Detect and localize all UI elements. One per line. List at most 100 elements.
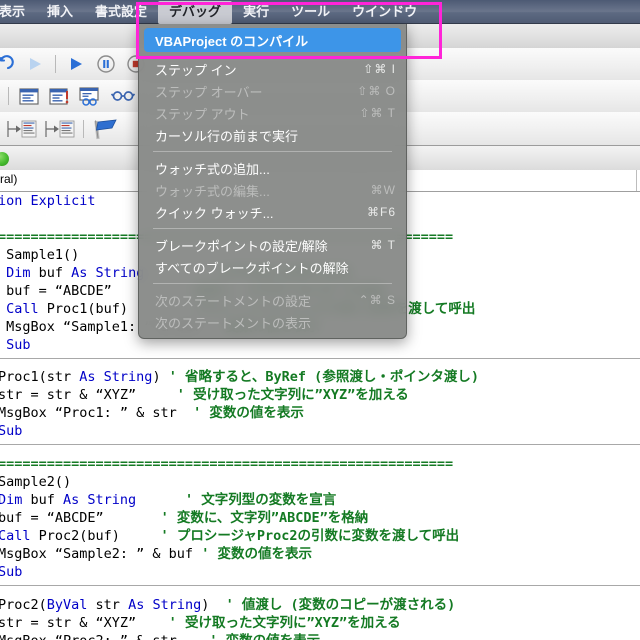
menu-item-window[interactable]: ウインドウ [341, 1, 428, 24]
code-token: ' 文字列型の変数を宣言 [136, 492, 337, 508]
properties-window-icon[interactable] [46, 84, 72, 108]
code-token: Dim [6, 265, 31, 281]
redo-disabled-icon [22, 52, 48, 76]
menu-item-debug-option: 次のステートメントの表示 [139, 311, 406, 333]
code-line: Call Proc2(buf) ' プロシージャProc2の引数に変数を渡して呼… [0, 527, 638, 545]
menu-item-label: 次のステートメントの表示 [155, 315, 312, 331]
menu-item-label: カーソル行の前まで実行 [155, 128, 299, 144]
code-token: ' 受け取った文字列に”XYZ”を加える [136, 387, 409, 403]
step-over-icon[interactable] [42, 117, 76, 141]
procedure-separator-rule [0, 444, 640, 445]
menu-item-debug-option: 次のステートメントの設定 ⌃⌘ S [139, 289, 406, 311]
menu-item-label: クイック ウォッチ... [155, 205, 274, 221]
menu-separator [153, 151, 392, 152]
code-line: ========================================… [0, 455, 638, 473]
code-token: buf [30, 265, 72, 281]
code-line: MsgBox “Proc2: ” & str ' 変数の値を表示 [0, 632, 638, 640]
flag-icon[interactable] [91, 117, 123, 141]
menu-item-debug-option: ウォッチ式の編集... ⌘W [139, 179, 406, 201]
menu-item-shoshikisettei[interactable]: 書式設定 [84, 1, 158, 24]
code-token: MsgBox “Sample2: ” & buf [0, 546, 194, 562]
menu-item-label: ウォッチ式の追加... [155, 161, 270, 177]
menu-item-shortcut: ⇧⌘ I [363, 62, 396, 76]
code-token: buf [22, 492, 64, 508]
code-line: Proc2(ByVal str As String) ' 値渡し (変数のコピー… [0, 596, 638, 614]
debug-dropdown-menu[interactable]: VBAProject のコンパイルステップ イン ⇧⌘ I ステップ オーバー ⇧⌘ … [138, 24, 407, 339]
run-icon[interactable] [63, 52, 89, 76]
menu-item-debug-option[interactable]: すべてのブレークポイントの解除 [139, 256, 406, 278]
menu-item-debug-option[interactable]: ウォッチ式の追加... [139, 157, 406, 179]
menu-item-label: ブレークポイントの設定/解除 [155, 238, 328, 254]
menu-item-label: ウォッチ式の編集... [155, 183, 270, 199]
code-token: ' 変数に、文字列”ABCDE”を格納 [103, 510, 369, 526]
object-dropdown-label[interactable]: ral) [0, 172, 17, 186]
menu-item-shortcut: ⇧⌘ T [359, 106, 396, 120]
code-token: As String [63, 492, 137, 508]
code-token: buf = “ABCDE” [0, 510, 104, 526]
code-token: Proc2( [0, 597, 47, 613]
menu-item-label: 次のステートメントの設定 [155, 293, 312, 309]
code-token: Sub [0, 564, 23, 580]
code-token: As String [79, 369, 153, 385]
code-token: buf = “ABCDE” [0, 283, 112, 299]
menu-item-shortcut: ⌘F6 [366, 205, 396, 219]
code-token: ) [152, 369, 161, 385]
code-token: Sample2() [0, 474, 72, 490]
code-line: Proc1(str As String) ' 省略すると、ByRef (参照渡し… [0, 368, 638, 386]
code-token: MsgBox “Proc2: ” & str [0, 633, 177, 640]
code-line: Sample2() [0, 473, 638, 491]
dropdown-divider [636, 170, 637, 191]
menu-item-shortcut: ⌘ T [370, 238, 396, 252]
code-token: ion Explicit [0, 193, 96, 209]
code-block-sample2[interactable]: ========================================… [0, 455, 638, 581]
code-token: Sub [0, 423, 23, 439]
pause-icon[interactable] [93, 52, 119, 76]
code-token: Proc1(str [0, 369, 80, 385]
ready-status-indicator [0, 152, 9, 166]
menu-item-debug-option[interactable]: ステップ イン ⇧⌘ I [139, 58, 406, 80]
toolbar-separator [8, 87, 9, 105]
code-block-proc2[interactable]: Proc2(ByVal str As String) ' 値渡し (変数のコピー… [0, 596, 638, 640]
menu-item-shortcut: ⇧⌘ O [357, 84, 396, 98]
menu-item-sounyuu[interactable]: 挿入 [36, 1, 84, 24]
menu-item-debug[interactable]: デバッグ [158, 0, 233, 24]
menu-item-label: ステップ アウト [155, 106, 250, 122]
menu-item-label: すべてのブレークポイントの解除 [155, 260, 349, 276]
step-into-icon[interactable] [4, 117, 38, 141]
menu-item-jikkou[interactable]: 実行 [232, 1, 280, 24]
code-token: As String [71, 265, 145, 281]
code-token: ' 値渡し (変数のコピーが渡される) [209, 597, 456, 613]
menu-item-tool[interactable]: ツール [280, 1, 341, 24]
watch-glasses-icon[interactable] [110, 84, 136, 108]
menu-item-shortcut: ⌘W [370, 183, 396, 197]
project-explorer-icon[interactable] [16, 84, 42, 108]
code-token: str [87, 597, 129, 613]
code-block-proc1[interactable]: Proc1(str As String) ' 省略すると、ByRef (参照渡し… [0, 368, 638, 440]
code-token: ========================================… [0, 456, 454, 472]
code-line: MsgBox “Proc1: ” & str ' 変数の値を表示 [0, 404, 638, 422]
code-token: ' 省略すると、ByRef (参照渡し・ポインタ渡し) [160, 369, 479, 385]
object-browser-icon[interactable] [76, 84, 102, 108]
undo-icon[interactable] [0, 52, 18, 76]
menu-separator [153, 228, 392, 229]
menu-item-label: ステップ オーバー [155, 84, 263, 100]
menu-item-debug-option[interactable]: カーソル行の前まで実行 [139, 124, 406, 146]
code-line: Dim buf As String ' 文字列型の変数を宣言 [0, 491, 638, 509]
procedure-separator-rule [0, 585, 640, 586]
code-token: ' 受け取った文字列に”XYZ”を加える [136, 615, 401, 631]
code-token: Proc2(buf) [30, 528, 120, 544]
code-token: ' 変数の値を表示 [176, 405, 304, 421]
system-menu-bar: 表示 挿入 書式設定 デバッグ 実行 ツール ウインドウ [0, 0, 640, 24]
menu-item-label: VBAProject のコンパイル [155, 33, 309, 49]
code-token: Sample1() [0, 247, 80, 263]
code-line: MsgBox “Sample2: ” & buf ' 変数の値を表示 [0, 545, 638, 563]
vba-editor-window: 表示 挿入 書式設定 デバッグ 実行 ツール ウインドウ Microsoft [0, 0, 640, 640]
menu-item-debug-option[interactable]: ブレークポイントの設定/解除 ⌘ T [139, 234, 406, 256]
menu-item-compile-vbaproject[interactable]: VBAProject のコンパイル [144, 28, 401, 52]
menu-item-hyouji[interactable]: 表示 [0, 1, 36, 24]
code-token: Dim [0, 492, 23, 508]
code-token: Sub [6, 337, 31, 353]
code-line: str = str & “XYZ” ' 受け取った文字列に”XYZ”を加える [0, 386, 638, 404]
menu-item-debug-option[interactable]: クイック ウォッチ... ⌘F6 [139, 201, 406, 223]
menu-item-debug-option: ステップ オーバー ⇧⌘ O [139, 80, 406, 102]
